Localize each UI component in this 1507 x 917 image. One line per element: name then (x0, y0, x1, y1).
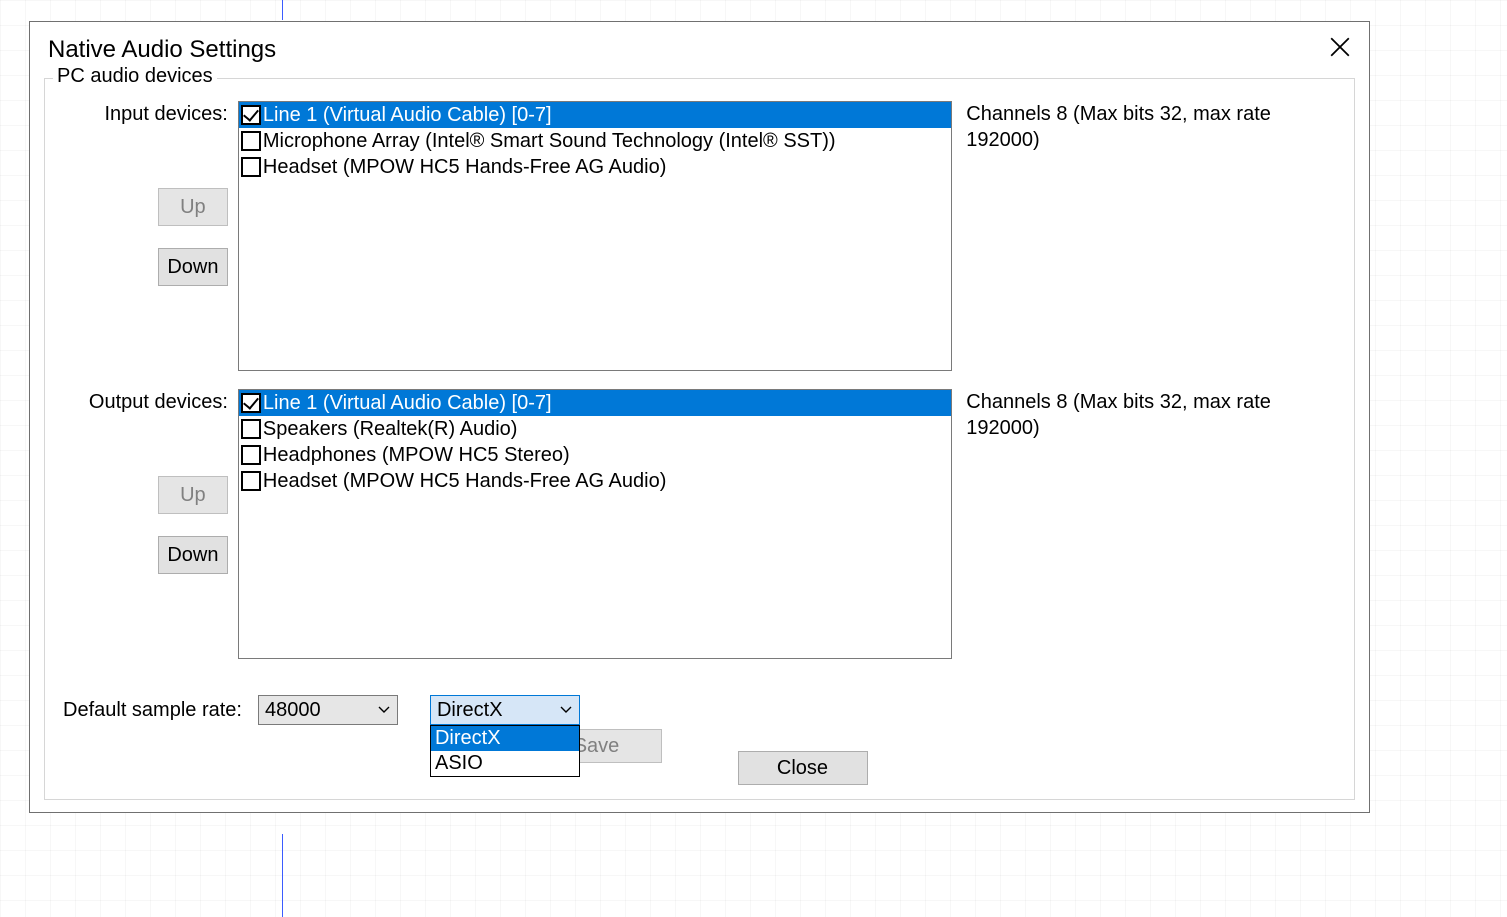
output-device-item-label: Headset (MPOW HC5 Hands-Free AG Audio) (263, 470, 666, 493)
sample-rate-label: Default sample rate: (63, 699, 242, 722)
output-devices-row: Output devices: Up Down Line 1 (Virtual … (63, 389, 1336, 659)
checkbox-icon[interactable] (241, 157, 261, 177)
input-device-item-label: Microphone Array (Intel® Smart Sound Tec… (263, 130, 836, 153)
input-devices-label: Input devices: (104, 101, 227, 188)
audio-api-combobox[interactable]: DirectX DirectXASIO (430, 695, 580, 725)
dialog-title: Native Audio Settings (48, 30, 276, 64)
output-device-item[interactable]: Headset (MPOW HC5 Hands-Free AG Audio) (239, 468, 951, 494)
output-devices-listbox[interactable]: Line 1 (Virtual Audio Cable) [0-7] Speake… (238, 389, 952, 659)
output-device-item[interactable]: Line 1 (Virtual Audio Cable) [0-7] (239, 390, 951, 416)
chevron-down-icon (553, 696, 579, 724)
output-devices-label: Output devices: (89, 389, 228, 476)
checkbox-icon[interactable] (241, 131, 261, 151)
input-down-button[interactable]: Down (158, 248, 228, 286)
output-device-item-label: Line 1 (Virtual Audio Cable) [0-7] (263, 392, 552, 415)
close-button[interactable]: Close (738, 751, 868, 785)
input-device-item[interactable]: Microphone Array (Intel® Smart Sound Tec… (239, 128, 951, 154)
audio-api-option[interactable]: ASIO (431, 751, 579, 776)
input-up-button[interactable]: Up (158, 188, 228, 226)
checkbox-icon[interactable] (241, 445, 261, 465)
input-devices-row: Input devices: Up Down Line 1 (Virtual A… (63, 101, 1336, 371)
ruler-cursor-top (282, 0, 283, 20)
input-device-info: Channels 8 (Max bits 32, max rate 192000… (966, 101, 1336, 153)
output-device-item-label: Headphones (MPOW HC5 Stereo) (263, 444, 570, 467)
input-devices-listbox[interactable]: Line 1 (Virtual Audio Cable) [0-7] Microp… (238, 101, 952, 371)
input-leftcol: Input devices: Up Down (63, 101, 238, 286)
pc-audio-devices-group: PC audio devices Input devices: Up Down … (44, 78, 1355, 800)
dialog-titlebar: Native Audio Settings (30, 22, 1369, 72)
ruler-cursor-bottom (282, 834, 283, 917)
output-device-item-label: Speakers (Realtek(R) Audio) (263, 418, 518, 441)
output-device-info: Channels 8 (Max bits 32, max rate 192000… (966, 389, 1336, 441)
audio-api-value: DirectX (431, 696, 553, 724)
input-device-item[interactable]: Headset (MPOW HC5 Hands-Free AG Audio) (239, 154, 951, 180)
output-up-button[interactable]: Up (158, 476, 228, 514)
close-icon[interactable] (1329, 36, 1351, 58)
chevron-down-icon (371, 696, 397, 724)
native-audio-settings-dialog: Native Audio Settings PC audio devices I… (29, 21, 1370, 813)
input-device-item[interactable]: Line 1 (Virtual Audio Cable) [0-7] (239, 102, 951, 128)
audio-api-option[interactable]: DirectX (431, 726, 579, 751)
checkbox-icon[interactable] (241, 419, 261, 439)
group-legend: PC audio devices (53, 65, 217, 88)
checkbox-icon[interactable] (241, 471, 261, 491)
output-leftcol: Output devices: Up Down (63, 389, 238, 574)
bottom-controls: Default sample rate: 48000 DirectX Direc… (63, 695, 580, 725)
output-device-item[interactable]: Speakers (Realtek(R) Audio) (239, 416, 951, 442)
input-device-item-label: Headset (MPOW HC5 Hands-Free AG Audio) (263, 156, 666, 179)
input-device-item-label: Line 1 (Virtual Audio Cable) [0-7] (263, 104, 552, 127)
dialog-button-row: Save Close (45, 729, 1354, 785)
checkbox-icon[interactable] (241, 393, 261, 413)
output-device-item[interactable]: Headphones (MPOW HC5 Stereo) (239, 442, 951, 468)
audio-api-dropdown[interactable]: DirectXASIO (430, 725, 580, 777)
sample-rate-value: 48000 (259, 696, 371, 724)
checkbox-icon[interactable] (241, 105, 261, 125)
sample-rate-combobox[interactable]: 48000 (258, 695, 398, 725)
output-down-button[interactable]: Down (158, 536, 228, 574)
